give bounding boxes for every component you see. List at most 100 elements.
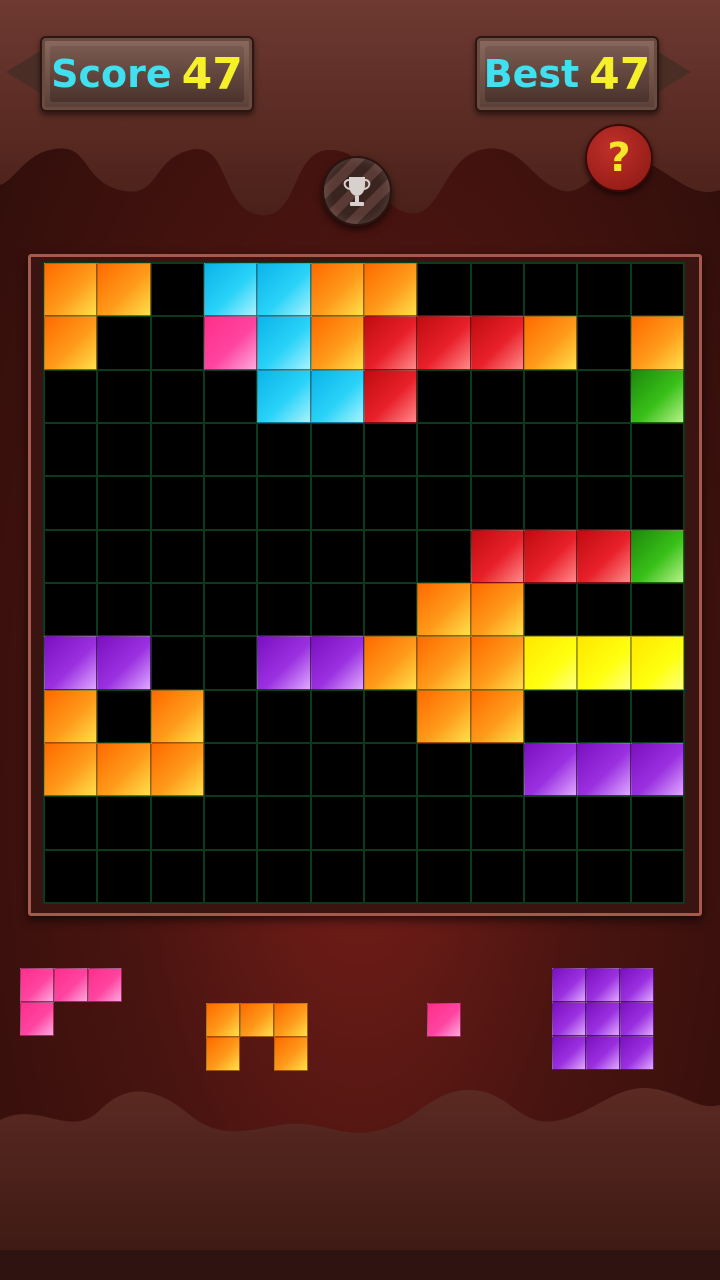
board-block[interactable]	[203, 316, 258, 370]
board-cell-empty[interactable]	[470, 263, 524, 317]
board-block[interactable]	[470, 316, 524, 370]
board-cell-empty[interactable]	[417, 849, 471, 903]
board-cell-empty[interactable]	[630, 582, 684, 637]
board-cell-empty[interactable]	[203, 796, 258, 850]
board-cell-empty[interactable]	[44, 476, 98, 530]
board-cell-empty[interactable]	[97, 316, 151, 370]
board-cell-empty[interactable]	[150, 796, 204, 850]
board-block[interactable]	[523, 636, 578, 690]
board-cell-empty[interactable]	[257, 689, 311, 743]
board-cell-empty[interactable]	[150, 849, 204, 903]
board-cell-empty[interactable]	[310, 529, 364, 583]
board-cell-empty[interactable]	[577, 263, 631, 317]
board-cell-empty[interactable]	[203, 636, 258, 690]
board-cell-empty[interactable]	[44, 529, 98, 583]
board-cell-empty[interactable]	[257, 476, 311, 530]
board-cell-empty[interactable]	[363, 742, 418, 797]
board-block[interactable]	[150, 742, 204, 797]
board-block[interactable]	[44, 742, 98, 797]
board-cell-empty[interactable]	[363, 422, 418, 477]
board-cell-empty[interactable]	[257, 796, 311, 850]
board-block[interactable]	[97, 263, 151, 317]
board-cell-empty[interactable]	[417, 476, 471, 530]
board-cell-empty[interactable]	[257, 582, 311, 637]
board-cell-empty[interactable]	[630, 689, 684, 743]
board-block[interactable]	[310, 369, 364, 423]
board-cell-empty[interactable]	[630, 263, 684, 317]
board-cell-empty[interactable]	[150, 636, 204, 690]
board-cell-empty[interactable]	[470, 796, 524, 850]
board-cell-empty[interactable]	[257, 529, 311, 583]
board-block[interactable]	[310, 636, 364, 690]
board-block[interactable]	[470, 582, 524, 637]
board-cell-empty[interactable]	[97, 422, 151, 477]
board-block[interactable]	[44, 316, 98, 370]
tray-piece-3[interactable]	[427, 1003, 461, 1037]
board-block[interactable]	[310, 263, 364, 317]
board-cell-empty[interactable]	[630, 796, 684, 850]
board-cell-empty[interactable]	[630, 849, 684, 903]
board-cell-empty[interactable]	[523, 849, 578, 903]
board-block[interactable]	[257, 369, 311, 423]
tray-piece-4[interactable]	[552, 968, 654, 1070]
board-cell-empty[interactable]	[577, 476, 631, 530]
board-cell-empty[interactable]	[97, 689, 151, 743]
board-cell-empty[interactable]	[203, 849, 258, 903]
board-cell-empty[interactable]	[577, 422, 631, 477]
board-cell-empty[interactable]	[523, 422, 578, 477]
board-cell-empty[interactable]	[150, 422, 204, 477]
game-board[interactable]	[43, 262, 685, 904]
board-cell-empty[interactable]	[97, 369, 151, 423]
board-cell-empty[interactable]	[523, 796, 578, 850]
board-cell-empty[interactable]	[310, 422, 364, 477]
board-block[interactable]	[577, 636, 631, 690]
board-cell-empty[interactable]	[470, 476, 524, 530]
board-cell-empty[interactable]	[523, 689, 578, 743]
board-block[interactable]	[630, 369, 684, 423]
board-cell-empty[interactable]	[470, 742, 524, 797]
board-cell-empty[interactable]	[523, 582, 578, 637]
board-cell-empty[interactable]	[417, 369, 471, 423]
board-block[interactable]	[630, 529, 684, 583]
board-block[interactable]	[577, 529, 631, 583]
board-cell-empty[interactable]	[310, 582, 364, 637]
board-cell-empty[interactable]	[363, 849, 418, 903]
board-cell-empty[interactable]	[523, 369, 578, 423]
board-cell-empty[interactable]	[417, 263, 471, 317]
board-cell-empty[interactable]	[97, 796, 151, 850]
board-cell-empty[interactable]	[310, 689, 364, 743]
board-cell-empty[interactable]	[310, 742, 364, 797]
board-cell-empty[interactable]	[150, 316, 204, 370]
board-cell-empty[interactable]	[363, 582, 418, 637]
board-cell-empty[interactable]	[577, 316, 631, 370]
board-cell-empty[interactable]	[630, 422, 684, 477]
board-cell-empty[interactable]	[203, 689, 258, 743]
board-cell-empty[interactable]	[577, 796, 631, 850]
board-cell-empty[interactable]	[203, 476, 258, 530]
board-block[interactable]	[363, 263, 418, 317]
board-block[interactable]	[630, 636, 684, 690]
board-cell-empty[interactable]	[310, 476, 364, 530]
board-cell-empty[interactable]	[523, 476, 578, 530]
board-cell-empty[interactable]	[363, 796, 418, 850]
board-block[interactable]	[417, 582, 471, 637]
board-cell-empty[interactable]	[150, 476, 204, 530]
board-cell-empty[interactable]	[97, 476, 151, 530]
board-cell-empty[interactable]	[203, 742, 258, 797]
board-cell-empty[interactable]	[630, 476, 684, 530]
board-cell-empty[interactable]	[363, 476, 418, 530]
board-cell-empty[interactable]	[363, 689, 418, 743]
board-block[interactable]	[363, 316, 418, 370]
board-cell-empty[interactable]	[44, 422, 98, 477]
board-block[interactable]	[310, 316, 364, 370]
board-block[interactable]	[523, 742, 578, 797]
board-cell-empty[interactable]	[417, 742, 471, 797]
board-cell-empty[interactable]	[470, 369, 524, 423]
tray-piece-1[interactable]	[20, 968, 122, 1036]
board-block[interactable]	[417, 316, 471, 370]
board-cell-empty[interactable]	[203, 529, 258, 583]
board-cell-empty[interactable]	[150, 369, 204, 423]
board-cell-empty[interactable]	[470, 422, 524, 477]
board-cell-empty[interactable]	[257, 422, 311, 477]
board-block[interactable]	[523, 529, 578, 583]
